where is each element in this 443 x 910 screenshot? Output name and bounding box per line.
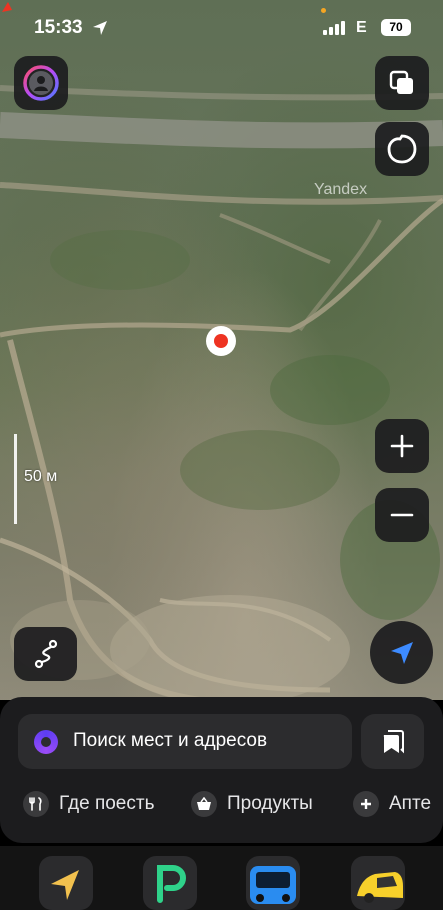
search-placeholder: Поиск мест и адресов (73, 730, 268, 751)
layers-button[interactable] (375, 56, 429, 110)
category-chips: Где поесть Продукты Апте (23, 791, 443, 821)
navigator-app-icon[interactable] (39, 856, 93, 910)
route-button[interactable] (14, 627, 77, 681)
transport-app-icon[interactable] (246, 856, 300, 910)
map-mode-button[interactable] (375, 122, 429, 176)
bookmarks-icon (383, 729, 404, 753)
bookmarks-button[interactable] (361, 714, 424, 769)
navigation-arrow-icon (390, 641, 413, 664)
zoom-in-button[interactable] (375, 419, 429, 473)
chip-groceries[interactable]: Продукты (191, 791, 313, 817)
parking-app-icon[interactable] (143, 856, 197, 910)
chip-food[interactable]: Где поесть (23, 791, 154, 817)
basket-icon (191, 791, 217, 817)
location-services-icon (93, 21, 107, 35)
scale-label: 50 м (24, 468, 58, 485)
chip-pharmacy[interactable]: Апте (353, 791, 431, 817)
status-time: 15:33 (34, 17, 83, 38)
alice-icon[interactable] (34, 730, 58, 754)
scale-bar (14, 434, 17, 524)
pin-dot (214, 334, 228, 348)
profile-button[interactable] (14, 56, 68, 110)
chip-label: Продукты (227, 793, 313, 814)
layers-icon (389, 70, 413, 94)
map-view[interactable]: Yandex 50 м (0, 0, 443, 700)
zoom-out-button[interactable] (375, 488, 429, 542)
fork-knife-icon (23, 791, 49, 817)
app-dock (0, 846, 443, 910)
avatar-icon (23, 65, 59, 101)
cell-signal-icon (323, 21, 345, 35)
chip-label: Апте (389, 793, 432, 814)
status-bar: 15:33 E 70 (0, 0, 443, 54)
privacy-indicator (321, 8, 326, 13)
yandex-watermark: Yandex (314, 181, 368, 198)
network-type: E (356, 19, 367, 36)
battery-indicator: 70 (381, 19, 411, 36)
bottom-sheet: Поиск мест и адресов Где поесть Продукты… (0, 697, 443, 843)
minus-icon (390, 513, 414, 517)
my-location-button[interactable] (370, 621, 433, 684)
blob-icon (387, 134, 417, 164)
plus-icon (353, 791, 379, 817)
plus-icon (390, 434, 414, 458)
taxi-app-icon[interactable] (351, 856, 405, 910)
chip-label: Где поесть (59, 793, 155, 814)
location-pin[interactable] (206, 326, 236, 356)
route-icon (34, 639, 57, 669)
search-input[interactable]: Поиск мест и адресов (18, 714, 352, 769)
